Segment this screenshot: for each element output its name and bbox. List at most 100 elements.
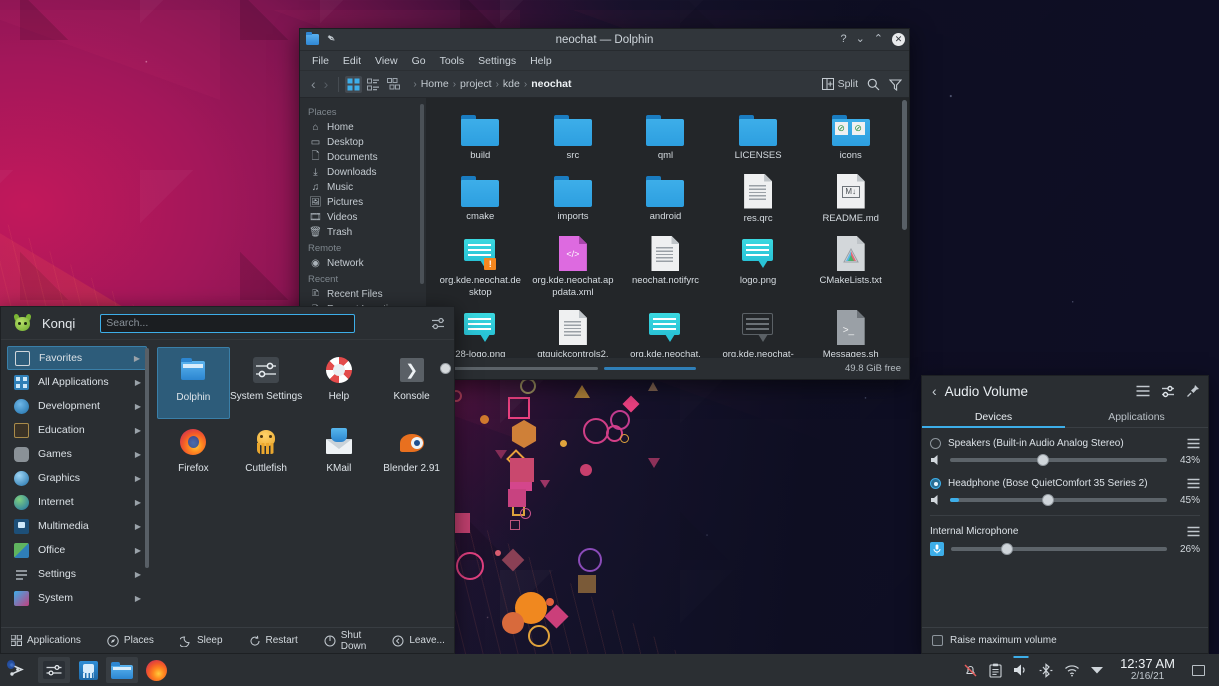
back-chevron-icon[interactable]: ‹ (932, 383, 937, 399)
place-network[interactable]: ◉ Network (300, 256, 426, 271)
app-system-settings[interactable]: System Settings (230, 347, 303, 419)
sidebar-item-education[interactable]: Education ▶ (7, 418, 147, 442)
menu-edit[interactable]: Edit (336, 53, 368, 69)
tab-devices[interactable]: Devices (922, 406, 1065, 428)
avatar[interactable] (13, 312, 32, 333)
file-item[interactable]: org.kde.neochat- (712, 301, 805, 357)
breadcrumb[interactable]: › Home › project › kde › neochat (409, 78, 571, 90)
sidebar-item-games[interactable]: Games ▶ (7, 442, 147, 466)
place-desktop[interactable]: ▭ Desktop (300, 135, 426, 150)
pin-icon[interactable] (1186, 384, 1200, 398)
file-item[interactable]: >_ Messages.sh (804, 301, 897, 357)
icons-view-button[interactable] (345, 75, 363, 93)
filter-icon[interactable] (889, 78, 902, 91)
device-radio-selected[interactable] (930, 478, 941, 489)
device-menu-icon[interactable] (1187, 526, 1200, 537)
volume-slider-microphone[interactable] (951, 543, 1167, 555)
place-pictures[interactable]: 🖼 Pictures (300, 195, 426, 210)
volume-icon[interactable] (1013, 656, 1029, 677)
launcher-footer[interactable]: Applications Places Sleep Restart Shut D… (1, 627, 454, 653)
footer-applications[interactable]: Applications (11, 635, 81, 646)
wifi-icon[interactable] (1064, 664, 1080, 677)
task-system-settings[interactable] (38, 657, 70, 683)
speaker-icon[interactable] (930, 494, 943, 506)
file-item[interactable]: ! org.kde.neochat.desktop (434, 227, 527, 298)
tray-expand-icon[interactable] (1091, 666, 1104, 674)
search-input[interactable] (100, 313, 356, 333)
file-item[interactable]: org.kde.neochat. (619, 301, 712, 357)
show-desktop-icon[interactable] (1192, 664, 1205, 676)
raise-max-volume-checkbox[interactable] (932, 635, 943, 646)
menu-go[interactable]: Go (405, 53, 433, 69)
file-item[interactable]: </> org.kde.neochat.appdata.xml (527, 227, 620, 298)
details-view-button[interactable] (385, 76, 402, 93)
app-help[interactable]: Help (303, 347, 376, 419)
file-item[interactable]: qtquickcontrols2. (527, 301, 620, 357)
sidebar-item-internet[interactable]: Internet ▶ (7, 490, 147, 514)
device-internal-microphone[interactable]: Internal Microphone 26% (930, 524, 1200, 556)
menu-tools[interactable]: Tools (433, 53, 472, 69)
forward-button[interactable]: › (320, 76, 333, 92)
configure-icon[interactable] (431, 316, 446, 331)
kickoff-launcher-button[interactable] (0, 654, 36, 686)
maximize-button[interactable]: ⌃ (874, 34, 883, 45)
device-menu-icon[interactable] (1187, 478, 1200, 489)
file-item[interactable]: qml (619, 104, 712, 162)
task-list[interactable] (7, 657, 172, 683)
sidebar-item-multimedia[interactable]: Multimedia ▶ (7, 514, 147, 538)
compact-view-button[interactable] (365, 76, 382, 93)
menu-help[interactable]: Help (523, 53, 559, 69)
places-scrollbar[interactable] (420, 104, 424, 284)
sidebar-item-development[interactable]: Development ▶ (7, 394, 147, 418)
sidebar-item-settings[interactable]: Settings ▶ (7, 562, 147, 586)
footer-leave[interactable]: Leave... (392, 635, 445, 647)
taskbar-panel[interactable]: 12:37 AM 2/16/21 (0, 654, 1219, 686)
menu-file[interactable]: File (305, 53, 336, 69)
file-item[interactable]: build (434, 104, 527, 162)
sidebar-item-all-applications[interactable]: All Applications ▶ (7, 370, 147, 394)
dolphin-titlebar[interactable]: ✒ neochat — Dolphin ? ⌄ ⌃ ✕ (300, 29, 909, 51)
notifications-muted-icon[interactable] (963, 663, 978, 678)
file-item[interactable]: CMakeLists.txt (804, 227, 897, 298)
device-menu-icon[interactable] (1187, 438, 1200, 449)
menu-settings[interactable]: Settings (471, 53, 523, 69)
place-documents[interactable]: 🗋 Documents (300, 150, 426, 165)
audio-footer[interactable]: Raise maximum volume (922, 627, 1208, 653)
app-konsole[interactable]: ❯ Konsole (375, 347, 448, 419)
dolphin-menubar[interactable]: File Edit View Go Tools Settings Help (300, 51, 909, 71)
place-music[interactable]: ♫ Music (300, 180, 426, 195)
app-blender[interactable]: Blender 2.91 (375, 419, 448, 491)
file-list-scrollbar[interactable] (902, 100, 907, 230)
file-item[interactable]: logo.png (712, 227, 805, 298)
category-list[interactable]: Favorites ▶ All Applications ▶ Developme… (1, 340, 151, 627)
task-dolphin[interactable] (106, 657, 138, 683)
minimize-button[interactable]: ⌄ (856, 34, 865, 45)
task-cuttlefish[interactable] (72, 657, 104, 683)
application-launcher[interactable]: Konqi Favorites ▶ (0, 306, 455, 654)
breadcrumb-neochat[interactable]: neochat (531, 78, 571, 90)
footer-sleep[interactable]: Sleep (179, 635, 223, 647)
tab-applications[interactable]: Applications (1065, 406, 1208, 427)
audio-tabs[interactable]: Devices Applications (922, 406, 1208, 428)
app-cuttlefish[interactable]: Cuttlefish (230, 419, 303, 491)
category-scrollbar[interactable] (145, 348, 149, 568)
file-item[interactable]: src (527, 104, 620, 162)
pin-icon[interactable]: ✒ (324, 32, 338, 47)
file-item[interactable]: LICENSES (712, 104, 805, 162)
audio-volume-applet[interactable]: ‹ Audio Volume Devices Applications Spea… (921, 375, 1209, 654)
volume-slider-speakers[interactable] (950, 454, 1167, 466)
device-radio[interactable] (930, 438, 941, 449)
search-icon[interactable] (867, 78, 880, 91)
breadcrumb-home[interactable]: Home (421, 78, 449, 90)
close-button[interactable]: ✕ (892, 33, 905, 46)
file-item[interactable]: ⊘ ⊘ icons (804, 104, 897, 162)
task-firefox[interactable] (7, 657, 172, 683)
sidebar-item-office[interactable]: Office ▶ (7, 538, 147, 562)
configure-icon[interactable] (1161, 385, 1175, 398)
menu-view[interactable]: View (368, 53, 405, 69)
footer-restart[interactable]: Restart (249, 635, 298, 647)
sidebar-item-graphics[interactable]: Graphics ▶ (7, 466, 147, 490)
place-videos[interactable]: 🎞 Videos (300, 210, 426, 225)
breadcrumb-kde[interactable]: kde (503, 78, 520, 90)
sidebar-item-favorites[interactable]: Favorites ▶ (7, 346, 147, 370)
